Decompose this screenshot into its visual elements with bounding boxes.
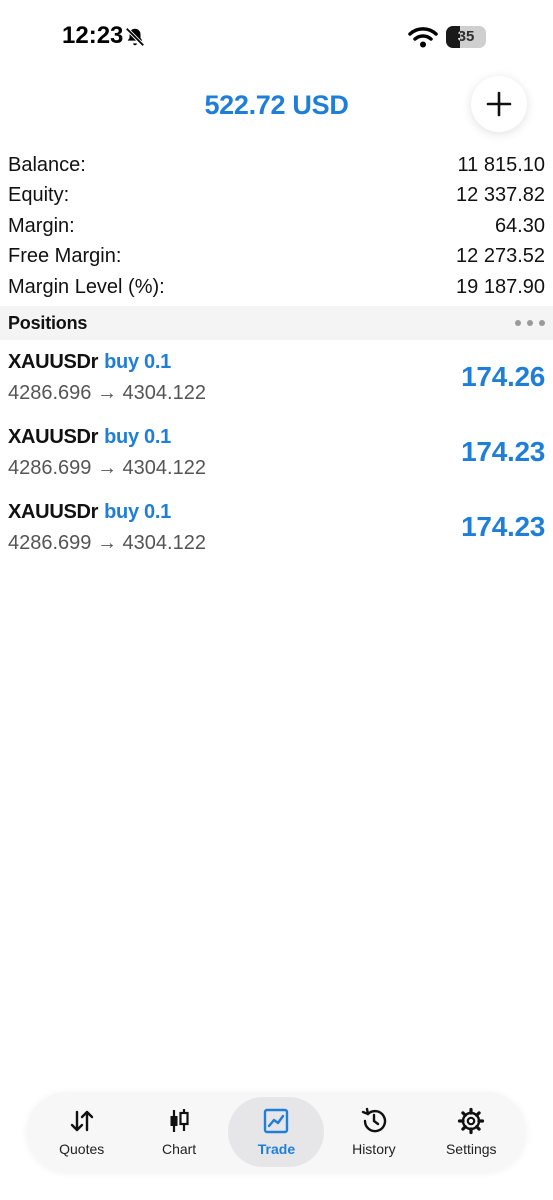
position-side: buy 0.1 xyxy=(104,426,171,448)
summary-label: Margin: xyxy=(8,214,75,237)
summary-row-balance: Balance: 11 815.10 xyxy=(0,150,553,181)
header: 522.72 USD xyxy=(0,76,553,134)
positions-list: XAUUSDr buy 0.1 4286.696 → 4304.122 174.2… xyxy=(0,344,553,569)
nav-label: Settings xyxy=(445,1141,497,1157)
candlestick-icon xyxy=(170,1109,189,1132)
position-profit: 174.26 xyxy=(461,361,545,392)
positions-title: Positions xyxy=(8,312,88,333)
position-row[interactable]: XAUUSDr buy 0.1 4286.699 → 4304.122 174.2… xyxy=(0,494,553,569)
summary-value: 64.30 xyxy=(494,214,545,237)
position-profit: 174.23 xyxy=(461,436,545,467)
position-symbol: XAUUSDr xyxy=(8,426,99,448)
position-title: XAUUSDr buy 0.1 xyxy=(8,351,171,374)
history-clock-icon xyxy=(361,1107,387,1133)
battery-indicator: 35 xyxy=(446,26,486,48)
summary-row-free-margin: Free Margin: 12 273.52 xyxy=(0,242,553,273)
summary-row-margin-level: Margin Level (%): 19 187.90 xyxy=(0,272,553,303)
summary-label: Balance: xyxy=(8,153,86,176)
position-title: XAUUSDr buy 0.1 xyxy=(8,501,171,524)
add-order-button[interactable] xyxy=(471,76,527,132)
summary-row-equity: Equity: 12 337.82 xyxy=(0,181,553,212)
position-row[interactable]: XAUUSDr buy 0.1 4286.696 → 4304.122 174.2… xyxy=(0,344,553,419)
position-prices: 4286.699 → 4304.122 xyxy=(8,457,206,479)
status-time: 12:23 xyxy=(62,22,124,49)
positions-section-header: Positions xyxy=(0,306,553,340)
more-options-icon[interactable] xyxy=(515,318,545,328)
summary-value: 19 187.90 xyxy=(456,275,545,298)
nav-label: Quotes xyxy=(59,1141,105,1157)
summary-label: Margin Level (%): xyxy=(8,275,165,298)
nav-item-history[interactable]: History xyxy=(326,1097,422,1167)
position-symbol: XAUUSDr xyxy=(8,351,99,373)
nav-label: Chart xyxy=(161,1141,197,1157)
status-bar: 12:23 35 xyxy=(0,0,553,70)
position-side: buy 0.1 xyxy=(104,351,171,373)
nav-item-chart[interactable]: Chart xyxy=(131,1097,227,1167)
plus-icon xyxy=(486,91,512,117)
position-side: buy 0.1 xyxy=(104,501,171,523)
summary-label: Equity: xyxy=(8,184,70,207)
nav-item-quotes[interactable]: Quotes xyxy=(34,1097,130,1167)
quotes-arrows-icon xyxy=(70,1110,93,1132)
nav-item-settings[interactable]: Settings xyxy=(423,1097,519,1167)
nav-item-trade[interactable]: Trade xyxy=(228,1097,325,1167)
nav-label: Trade xyxy=(257,1141,296,1157)
summary-row-margin: Margin: 64.30 xyxy=(0,211,553,242)
bottom-navigation: Quotes Chart Trade History Settings xyxy=(27,1092,526,1172)
position-title: XAUUSDr buy 0.1 xyxy=(8,426,171,449)
position-symbol: XAUUSDr xyxy=(8,501,99,523)
wifi-icon xyxy=(408,27,438,48)
summary-value: 11 815.10 xyxy=(457,153,546,176)
account-summary: Balance: 11 815.10 Equity: 12 337.82 Mar… xyxy=(0,150,553,303)
summary-value: 12 273.52 xyxy=(456,245,545,268)
gear-icon xyxy=(458,1107,485,1135)
summary-label: Free Margin: xyxy=(8,245,122,268)
trade-chart-icon xyxy=(264,1108,289,1134)
position-prices: 4286.696 → 4304.122 xyxy=(8,382,206,404)
nav-label: History xyxy=(352,1141,396,1157)
position-prices: 4286.699 → 4304.122 xyxy=(8,532,206,554)
position-profit: 174.23 xyxy=(461,511,545,542)
position-row[interactable]: XAUUSDr buy 0.1 4286.699 → 4304.122 174.2… xyxy=(0,419,553,494)
battery-level: 35 xyxy=(457,28,475,45)
summary-value: 12 337.82 xyxy=(456,184,545,207)
bell-muted-icon xyxy=(125,27,145,47)
